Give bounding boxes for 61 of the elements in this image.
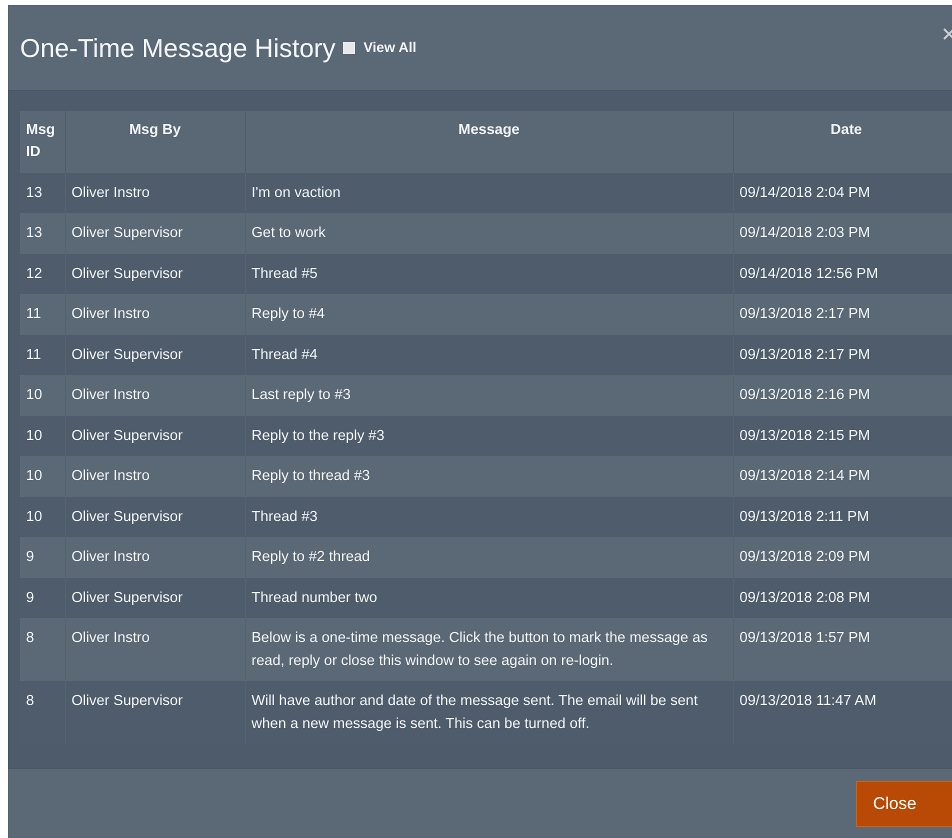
table-cell: Oliver Instro: [65, 618, 245, 682]
table-cell: Oliver Supervisor: [65, 681, 245, 744]
table-cell: 09/13/2018 2:16 PM: [733, 375, 952, 416]
table-cell: 09/13/2018 2:08 PM: [733, 578, 952, 618]
table-cell: Oliver Supervisor: [65, 334, 245, 376]
view-all-checkbox[interactable]: [343, 42, 356, 54]
close-icon[interactable]: [942, 27, 952, 41]
table-cell: 11: [20, 294, 65, 335]
table-cell: 9: [20, 537, 65, 578]
table-cell: I'm on vaction: [245, 173, 733, 214]
table-cell: Thread #5: [245, 254, 733, 294]
close-button[interactable]: Close: [856, 780, 952, 826]
table-cell: 10: [20, 375, 65, 416]
table-cell: Will have author and date of the message sent. The email will be sent when a new message is sent. This can be turned off.: [245, 681, 733, 744]
table-cell: 9: [20, 578, 65, 618]
table-cell: Oliver Instro: [65, 173, 245, 214]
table-cell: Oliver Instro: [65, 375, 245, 416]
table-cell: Thread number two: [245, 578, 733, 618]
table-cell: 09/14/2018 12:56 PM: [733, 254, 952, 294]
table-cell: 10: [20, 416, 65, 456]
column-header: Msg By: [65, 111, 245, 173]
table-cell: 09/14/2018 2:04 PM: [733, 173, 952, 214]
table-cell: 8: [20, 618, 65, 682]
table-cell: 10: [20, 496, 65, 538]
table-cell: Last reply to #3: [245, 375, 733, 416]
table-cell: Oliver Supervisor: [65, 416, 245, 456]
table-cell: Oliver Supervisor: [65, 496, 245, 538]
column-header: Date: [733, 111, 952, 173]
table-cell: 10: [20, 456, 65, 497]
table-cell: 12: [20, 254, 65, 294]
table-cell: Reply to thread #3: [245, 456, 733, 497]
view-all-label[interactable]: View All: [363, 37, 416, 58]
table-cell: 09/13/2018 11:47 AM: [733, 681, 952, 744]
table-cell: 09/13/2018 2:17 PM: [733, 294, 952, 335]
table-cell: Below is a one-time message. Click the button to mark the message as read, reply or close this window to see again on re-login.: [245, 618, 733, 682]
table-cell: 09/13/2018 2:14 PM: [733, 456, 952, 497]
table-cell: Oliver Instro: [65, 294, 245, 335]
table-cell: 09/14/2018 2:03 PM: [733, 213, 952, 254]
table-cell: Get to work: [245, 213, 733, 254]
table-cell: Oliver Supervisor: [65, 213, 245, 254]
column-header: Msg ID: [20, 111, 65, 173]
table-cell: Oliver Supervisor: [65, 578, 245, 618]
table-cell: Oliver Supervisor: [65, 254, 245, 294]
table-cell: Reply to #4: [245, 294, 733, 335]
table-cell: Oliver Instro: [65, 537, 245, 578]
table-cell: Thread #3: [245, 496, 733, 538]
table-cell: 09/13/2018 1:57 PM: [733, 618, 952, 682]
table-cell: 09/13/2018 2:15 PM: [733, 416, 952, 456]
table-cell: 11: [20, 334, 65, 376]
table-cell: 13: [20, 173, 65, 214]
dialog-title: One-Time Message History: [20, 34, 336, 60]
table-cell: Reply to #2 thread: [245, 537, 733, 578]
table-cell: Thread #4: [245, 334, 733, 376]
table-cell: 13: [20, 213, 65, 254]
table-cell: 09/13/2018 2:09 PM: [733, 537, 952, 578]
table-cell: 09/13/2018 2:11 PM: [733, 496, 952, 538]
table-cell: 09/13/2018 2:17 PM: [733, 334, 952, 376]
column-header: Message: [245, 111, 733, 173]
table-cell: Reply to the reply #3: [245, 416, 733, 456]
table-cell: Oliver Instro: [65, 456, 245, 497]
table-cell: 8: [20, 681, 65, 744]
